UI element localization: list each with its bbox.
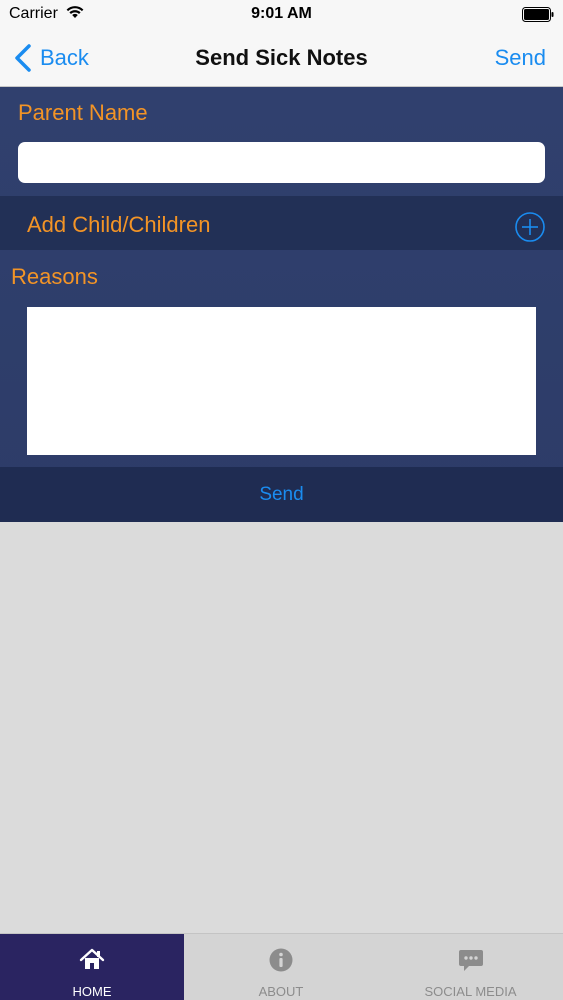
page-title: Send Sick Notes [195,45,368,70]
add-children-label: Add Child/Children [27,212,211,237]
add-children-row[interactable]: Add Child/Children [0,196,563,250]
tab-bar: HOME ABOUT SOCIAL MEDIA [0,933,563,1000]
tab-social-media-label: SOCIAL MEDIA [424,984,517,999]
info-icon [269,948,293,972]
parent-name-input[interactable] [18,142,545,183]
navigation-bar: Back Send Sick Notes Send [0,30,563,87]
battery-icon [522,7,554,22]
add-circle-icon[interactable] [514,211,546,243]
chat-bubble-icon [458,950,483,971]
tab-home[interactable]: HOME [0,934,184,1000]
parent-name-label: Parent Name [18,100,148,125]
status-time: 9:01 AM [251,5,312,22]
reasons-label: Reasons [11,264,98,289]
sick-note-form: Parent Name Add Child/Children Reasons S… [0,87,563,522]
tab-about-label: ABOUT [258,984,304,999]
home-icon [79,948,105,969]
tab-home-label: HOME [72,984,112,999]
send-nav-button[interactable]: Send [495,45,546,71]
tab-about[interactable]: ABOUT [184,934,378,1000]
status-bar: Carrier 9:01 AM [0,0,563,30]
send-button[interactable]: Send [0,467,563,522]
tab-social-media[interactable]: SOCIAL MEDIA [378,934,563,1000]
reasons-textarea[interactable] [27,307,536,455]
